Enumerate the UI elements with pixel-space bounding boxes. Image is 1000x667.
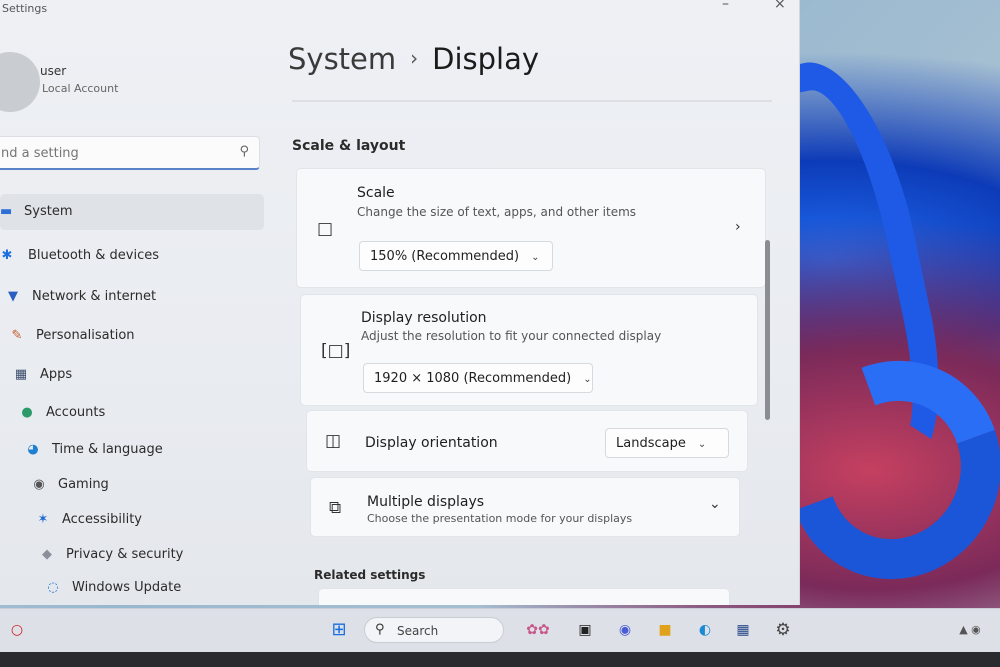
scrollbar[interactable] <box>765 240 770 420</box>
sidebar-item-label: Accessibility <box>62 512 142 527</box>
window-title: Settings <box>2 2 48 15</box>
task-view-icon[interactable]: ▣ <box>574 619 596 641</box>
chevron-down-icon: ⌄ <box>697 439 707 450</box>
system-tray-icon[interactable]: ▲ ◉ <box>950 619 990 641</box>
sidebar-item-personalisation[interactable]: ✎ Personalisation <box>8 328 135 343</box>
resolution-value: 1920 × 1080 (Recommended) <box>374 371 572 386</box>
multiple-displays-description: Choose the presentation mode for your di… <box>367 512 633 525</box>
globe-icon: ◕ <box>27 442 39 457</box>
sidebar-item-label: System <box>24 204 73 219</box>
bluetooth-icon: ✱ <box>1 248 13 263</box>
sidebar-item-gaming[interactable]: ◉ Gaming <box>30 477 109 492</box>
scale-card[interactable]: □ Scale Change the size of text, apps, a… <box>296 168 766 288</box>
orientation-card[interactable]: ◫ Display orientation Landscape ⌄ <box>306 410 748 472</box>
sidebar-item-label: Privacy & security <box>66 547 184 562</box>
sidebar-item-label: Gaming <box>58 477 109 492</box>
scale-title: Scale <box>357 185 395 201</box>
power-icon[interactable]: ○ <box>6 619 28 641</box>
orientation-dropdown[interactable]: Landscape ⌄ <box>605 428 729 458</box>
multiple-displays-card[interactable]: ⧉ Multiple displays Choose the presentat… <box>310 477 740 537</box>
sidebar-item-label: Accounts <box>46 405 106 420</box>
search-input[interactable] <box>1 143 221 163</box>
screen-bezel <box>0 652 1000 667</box>
scale-dropdown[interactable]: 150% (Recommended) ⌄ <box>359 241 553 271</box>
resolution-icon: [□] <box>321 341 351 361</box>
scale-value: 150% (Recommended) <box>370 249 520 264</box>
settings-gear-icon[interactable]: ⚙ <box>772 619 794 641</box>
sidebar-item-label: Network & internet <box>32 289 157 304</box>
breadcrumb-separator: › <box>410 46 419 70</box>
section-related-settings: Related settings <box>314 568 426 582</box>
orientation-value: Landscape <box>616 436 686 451</box>
resolution-card[interactable]: [□] Display resolution Adjust the resolu… <box>300 294 758 406</box>
avatar[interactable] <box>0 52 40 112</box>
edge-icon[interactable]: ◐ <box>694 619 716 641</box>
resolution-description: Adjust the resolution to fit your connec… <box>361 329 662 343</box>
chevron-down-icon: ⌄ <box>583 374 592 385</box>
sidebar-item-label: Windows Update <box>72 580 182 595</box>
search-icon[interactable]: ⚲ <box>239 144 249 159</box>
sidebar-item-accounts[interactable]: ● Accounts <box>18 405 105 420</box>
chevron-right-icon[interactable]: › <box>735 219 741 235</box>
search-icon: ⚲ <box>375 622 385 637</box>
sidebar-item-label: Apps <box>40 367 73 382</box>
user-name: user <box>40 64 67 78</box>
related-settings-card[interactable] <box>318 588 730 605</box>
multiple-displays-title: Multiple displays <box>367 494 485 510</box>
sidebar-item-label: Time & language <box>52 442 163 457</box>
update-icon: ◌ <box>47 580 59 595</box>
orientation-title: Display orientation <box>365 435 498 451</box>
taskbar-search[interactable]: ⚲ Search <box>364 617 504 643</box>
accessibility-icon: ✶ <box>37 512 49 527</box>
person-icon: ● <box>21 405 33 420</box>
sidebar-item-apps[interactable]: ▦ Apps <box>12 367 72 382</box>
chevron-down-icon: ⌄ <box>531 252 540 263</box>
account-type: Local Account <box>42 82 119 95</box>
sidebar-item-time-language[interactable]: ◕ Time & language <box>24 442 163 457</box>
shield-icon: ◆ <box>42 547 52 562</box>
apps-icon: ▦ <box>14 367 28 382</box>
chat-icon[interactable]: ◉ <box>614 619 636 641</box>
sidebar-item-network[interactable]: ▼ Network & internet <box>4 289 156 304</box>
brush-icon: ✎ <box>11 328 23 343</box>
store-icon[interactable]: ▦ <box>732 619 754 641</box>
scale-description: Change the size of text, apps, and other… <box>357 205 637 219</box>
sidebar-item-windows-update[interactable]: ◌ Windows Update <box>44 580 181 595</box>
orientation-icon: ◫ <box>325 431 342 451</box>
sidebar-item-label: Personalisation <box>36 328 135 343</box>
widgets-icon[interactable]: ✿✿ <box>514 619 562 641</box>
taskbar-search-label: Search <box>397 624 439 638</box>
sidebar-item-accessibility[interactable]: ✶ Accessibility <box>34 512 142 527</box>
scale-icon: □ <box>317 219 334 239</box>
section-scale-layout: Scale & layout <box>292 138 406 154</box>
taskbar: ○ ⊞ ⚲ Search ✿✿ ▣ ◉ ■ ◐ ▦ ⚙ ▲ ◉ <box>0 608 1000 652</box>
multiple-displays-icon: ⧉ <box>329 498 342 518</box>
wifi-icon: ▼ <box>8 289 18 304</box>
chevron-down-icon[interactable]: ⌄ <box>709 496 721 512</box>
settings-window: Settings – × user Local Account ⚲ ▬ Syste… <box>0 0 800 605</box>
header-divider <box>292 100 772 102</box>
sidebar-item-system[interactable]: ▬ System <box>0 194 264 230</box>
start-icon[interactable]: ⊞ <box>328 619 350 641</box>
close-button[interactable]: × <box>774 0 786 12</box>
resolution-title: Display resolution <box>361 310 487 326</box>
sidebar-item-bluetooth[interactable]: ✱ Bluetooth & devices <box>0 248 159 263</box>
monitor-icon: ▬ <box>0 204 13 219</box>
title-bar: Settings – × <box>0 0 800 20</box>
resolution-dropdown[interactable]: 1920 × 1080 (Recommended) ⌄ <box>363 363 593 393</box>
page-title: System › Display <box>288 42 539 76</box>
sidebar-item-label: Bluetooth & devices <box>28 248 159 263</box>
breadcrumb-system[interactable]: System <box>288 42 396 76</box>
file-explorer-icon[interactable]: ■ <box>654 619 676 641</box>
sidebar-item-privacy-security[interactable]: ◆ Privacy & security <box>38 547 183 562</box>
gamepad-icon: ◉ <box>33 477 45 492</box>
breadcrumb-display: Display <box>432 42 540 76</box>
search-box[interactable]: ⚲ <box>0 136 260 170</box>
minimize-button[interactable]: – <box>722 0 729 12</box>
